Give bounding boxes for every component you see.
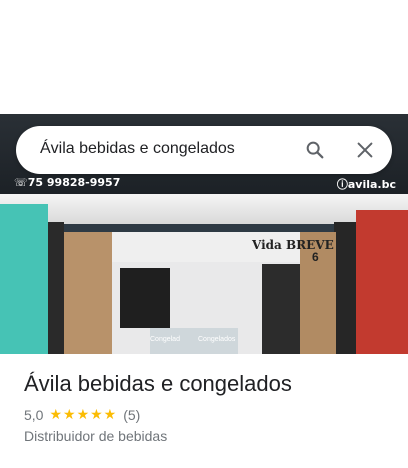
fridge-label: Congelad: [150, 336, 180, 343]
place-title: Ávila bebidas e congelados: [24, 371, 292, 396]
store-number: 6: [312, 250, 319, 264]
rating-value: 5,0: [24, 406, 44, 423]
chalkboard: [120, 268, 170, 328]
pillar-right: [334, 222, 356, 354]
shelf-area: [262, 264, 300, 354]
mural-text: Vida BREVE: [252, 238, 334, 252]
fridge-label: Congelados: [198, 336, 236, 343]
search-bar[interactable]: Ávila bebidas e congelados: [16, 126, 392, 174]
search-input[interactable]: Ávila bebidas e congelados: [40, 140, 235, 158]
close-icon[interactable]: [354, 139, 376, 161]
wall-right: [356, 210, 408, 354]
sign-instagram-text: ⓘavila.bc: [336, 178, 396, 191]
search-icon[interactable]: [304, 139, 326, 161]
star-rating-icon: ★★★★★: [49, 406, 118, 422]
rating-row[interactable]: 5,0 ★★★★★ (5): [24, 406, 140, 423]
pillar-left: [48, 222, 64, 354]
brick-left: [64, 232, 112, 354]
review-count[interactable]: (5): [123, 407, 140, 423]
sign-phone-text: ☏75 99828-9957: [14, 176, 121, 189]
wall-left: [0, 204, 48, 354]
place-category: Distribuidor de bebidas: [24, 428, 168, 444]
awning: [0, 194, 408, 224]
